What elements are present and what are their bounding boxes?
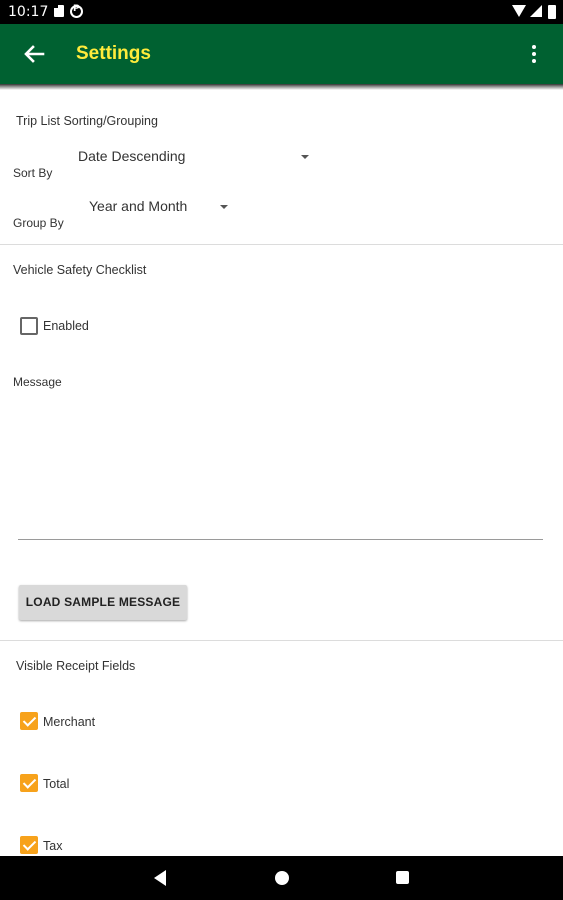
back-button[interactable]: [18, 38, 50, 70]
nav-back-icon[interactable]: [154, 870, 166, 886]
sort-by-dropdown[interactable]: Date Descending: [78, 148, 318, 172]
system-nav-bar: [0, 856, 563, 900]
dropdown-arrow-icon: [220, 205, 228, 209]
dropdown-arrow-icon: [301, 155, 309, 159]
nav-home-icon[interactable]: [275, 871, 289, 885]
more-options-button[interactable]: [522, 38, 546, 70]
status-time: 10:17: [8, 4, 49, 20]
section-divider: [0, 244, 563, 245]
group-by-dropdown[interactable]: Year and Month: [89, 198, 239, 222]
settings-content[interactable]: Trip List Sorting/Grouping Sort By Date …: [0, 90, 563, 856]
tax-checkbox[interactable]: [20, 836, 38, 854]
section-divider: [0, 640, 563, 641]
nav-recents-icon[interactable]: [396, 871, 409, 884]
wifi-icon: [512, 5, 526, 17]
more-vert-icon: [532, 45, 536, 49]
safety-checklist-section-title: Vehicle Safety Checklist: [13, 263, 147, 277]
total-label: Total: [43, 777, 70, 791]
sd-card-icon: [54, 5, 64, 17]
enabled-checkbox[interactable]: [20, 317, 38, 335]
total-checkbox[interactable]: [20, 774, 38, 792]
message-field[interactable]: [18, 390, 543, 540]
app-bar: Settings: [0, 24, 563, 84]
cell-signal-icon: [530, 5, 542, 17]
load-sample-message-button[interactable]: LOAD SAMPLE MESSAGE: [19, 585, 187, 620]
tax-label: Tax: [43, 839, 63, 853]
message-label: Message: [13, 375, 62, 389]
merchant-checkbox[interactable]: [20, 712, 38, 730]
p-icon: [70, 4, 83, 18]
group-by-value: Year and Month: [89, 198, 188, 214]
enabled-label: Enabled: [43, 319, 89, 333]
arrow-back-icon: [24, 45, 45, 63]
status-bar: 10:17: [0, 0, 563, 24]
message-field-underline: [18, 539, 543, 540]
sort-by-label: Sort By: [13, 166, 53, 180]
sort-by-value: Date Descending: [78, 148, 186, 164]
page-title: Settings: [76, 43, 151, 64]
group-by-label: Group By: [13, 216, 64, 230]
receipt-fields-section-title: Visible Receipt Fields: [16, 659, 136, 673]
merchant-label: Merchant: [43, 715, 96, 729]
trip-list-section-title: Trip List Sorting/Grouping: [16, 114, 158, 128]
battery-icon: [548, 5, 556, 19]
